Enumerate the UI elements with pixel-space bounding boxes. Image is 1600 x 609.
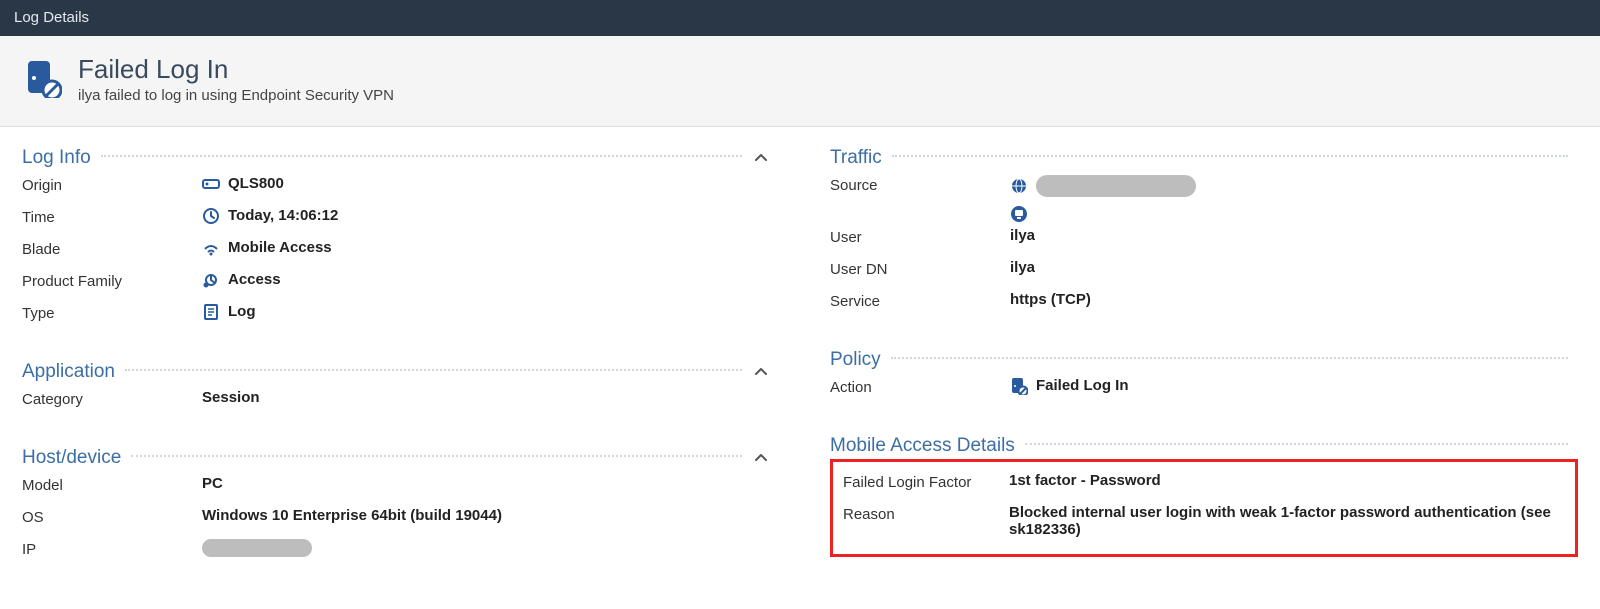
divider (131, 455, 742, 457)
label-product-family: Product Family (22, 271, 202, 290)
divider (892, 155, 1568, 157)
label-ip: IP (22, 539, 202, 558)
failed-login-icon (1010, 377, 1028, 395)
highlight-box: Failed Login Factor 1st factor - Passwor… (830, 459, 1578, 557)
divider (125, 369, 742, 371)
label-user: User (830, 227, 1010, 246)
clock-icon (202, 207, 220, 225)
value-failed-login-factor: 1st factor - Password (1009, 472, 1161, 489)
section-title-policy: Policy (830, 349, 881, 371)
value-category: Session (202, 389, 260, 406)
label-model: Model (22, 475, 202, 494)
redacted-value (202, 539, 312, 557)
value-type: Log (228, 303, 256, 320)
section-policy: Policy Action Failed Log In (830, 349, 1578, 407)
divider (1025, 443, 1568, 445)
page-title: Failed Log In (78, 54, 394, 85)
section-title-log-info: Log Info (22, 147, 91, 169)
gateway-icon (202, 175, 220, 193)
label-failed-login-factor: Failed Login Factor (843, 472, 1009, 491)
host-icon (1010, 205, 1028, 223)
value-user-dn: ilya (1010, 259, 1035, 276)
label-time: Time (22, 207, 202, 226)
value-action: Failed Log In (1036, 377, 1129, 394)
divider (101, 155, 742, 157)
section-title-host: Host/device (22, 447, 121, 469)
label-os: OS (22, 507, 202, 526)
value-os: Windows 10 Enterprise 64bit (build 19044… (202, 507, 502, 524)
section-title-application: Application (22, 361, 115, 383)
label-user-dn: User DN (830, 259, 1010, 278)
section-mobile-access-details: Mobile Access Details Failed Login Facto… (830, 435, 1578, 557)
label-category: Category (22, 389, 202, 408)
label-reason: Reason (843, 504, 1009, 523)
right-column: Traffic Source User ilya User DN ilya Se… (830, 147, 1578, 597)
value-reason: Blocked internal user login with weak 1-… (1009, 504, 1565, 538)
value-model: PC (202, 475, 223, 492)
divider (891, 357, 1568, 359)
log-icon (202, 303, 220, 321)
label-source: Source (830, 175, 1010, 194)
wifi-icon (202, 239, 220, 257)
label-service: Service (830, 291, 1010, 310)
section-title-traffic: Traffic (830, 147, 882, 169)
collapse-toggle[interactable] (752, 149, 770, 167)
value-product-family: Access (228, 271, 281, 288)
window-title: Log Details (0, 0, 1600, 36)
collapse-toggle[interactable] (752, 449, 770, 467)
label-origin: Origin (22, 175, 202, 194)
page-subtitle: ilya failed to log in using Endpoint Sec… (78, 87, 394, 104)
log-header: Failed Log In ilya failed to log in usin… (0, 36, 1600, 127)
section-log-info: Log Info Origin QLS800 Time Today, 14:06… (22, 147, 770, 333)
access-icon (202, 271, 220, 289)
label-action: Action (830, 377, 1010, 396)
value-service: https (TCP) (1010, 291, 1091, 308)
collapse-toggle[interactable] (752, 363, 770, 381)
left-column: Log Info Origin QLS800 Time Today, 14:06… (22, 147, 770, 597)
section-host-device: Host/device Model PC OS Windows 10 Enter… (22, 447, 770, 569)
failed-login-icon (22, 58, 62, 98)
value-origin: QLS800 (228, 175, 284, 192)
label-blade: Blade (22, 239, 202, 258)
redacted-value (1036, 175, 1196, 197)
value-blade: Mobile Access (228, 239, 332, 256)
section-title-mad: Mobile Access Details (830, 435, 1015, 457)
label-type: Type (22, 303, 202, 322)
value-time: Today, 14:06:12 (228, 207, 338, 224)
value-user: ilya (1010, 227, 1035, 244)
globe-icon (1010, 177, 1028, 195)
section-application: Application Category Session (22, 361, 770, 419)
section-traffic: Traffic Source User ilya User DN ilya Se… (830, 147, 1578, 321)
